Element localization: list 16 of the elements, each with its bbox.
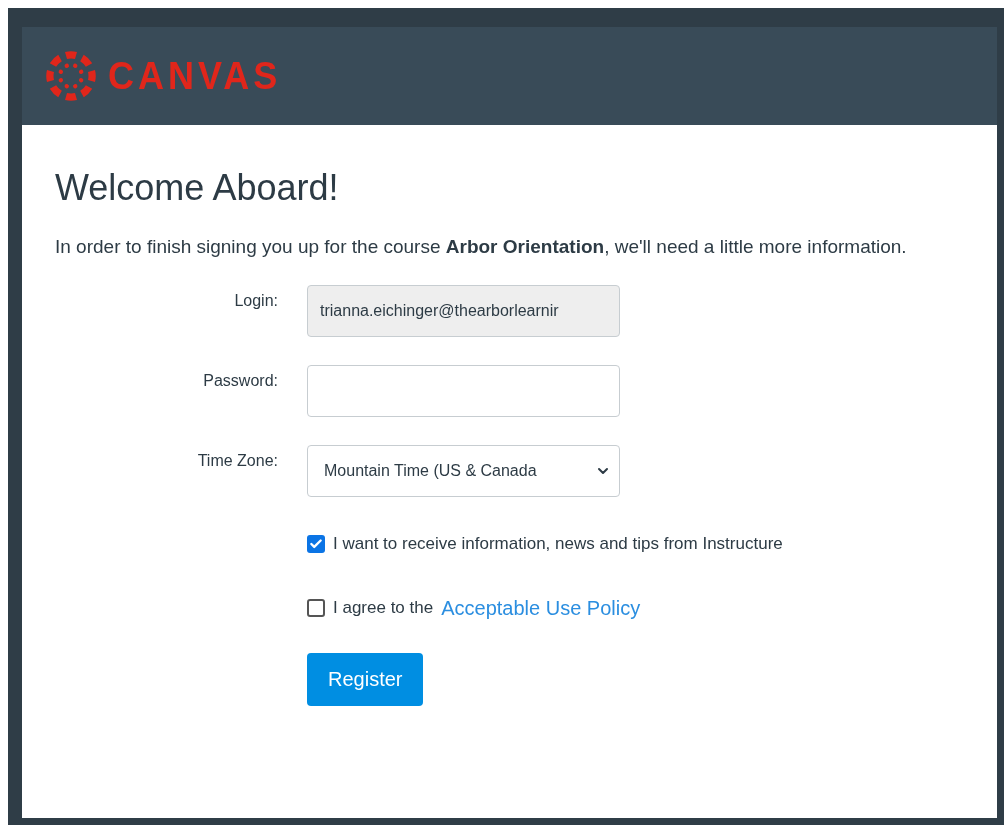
checkbox[interactable]	[307, 598, 325, 617]
password-field[interactable]	[307, 365, 620, 417]
register-button[interactable]: Register	[307, 652, 424, 706]
login-field[interactable]: trianna.eichinger@thearborlearnir	[307, 285, 620, 337]
canvas-logo-icon	[46, 51, 96, 101]
field-label: Password:	[202, 371, 278, 391]
field-label: Time Zone:	[196, 451, 278, 471]
checkbox-label: I want to receive information, news and tips from Instructure	[333, 533, 783, 555]
time-zone-select[interactable]: Mountain Time (US & Canada	[307, 445, 620, 497]
intro-text: In order to finish signing you up for the course Arbor Orientation, we'll need a little more information.	[55, 235, 908, 259]
logo-text: CANVAS	[108, 51, 282, 100]
check-icon	[309, 536, 323, 551]
field-label: Login:	[233, 291, 278, 311]
checkbox[interactable]	[307, 534, 325, 553]
page-title: Welcome Aboard!	[55, 166, 340, 210]
checkbox-label: I agree to the	[333, 596, 434, 619]
